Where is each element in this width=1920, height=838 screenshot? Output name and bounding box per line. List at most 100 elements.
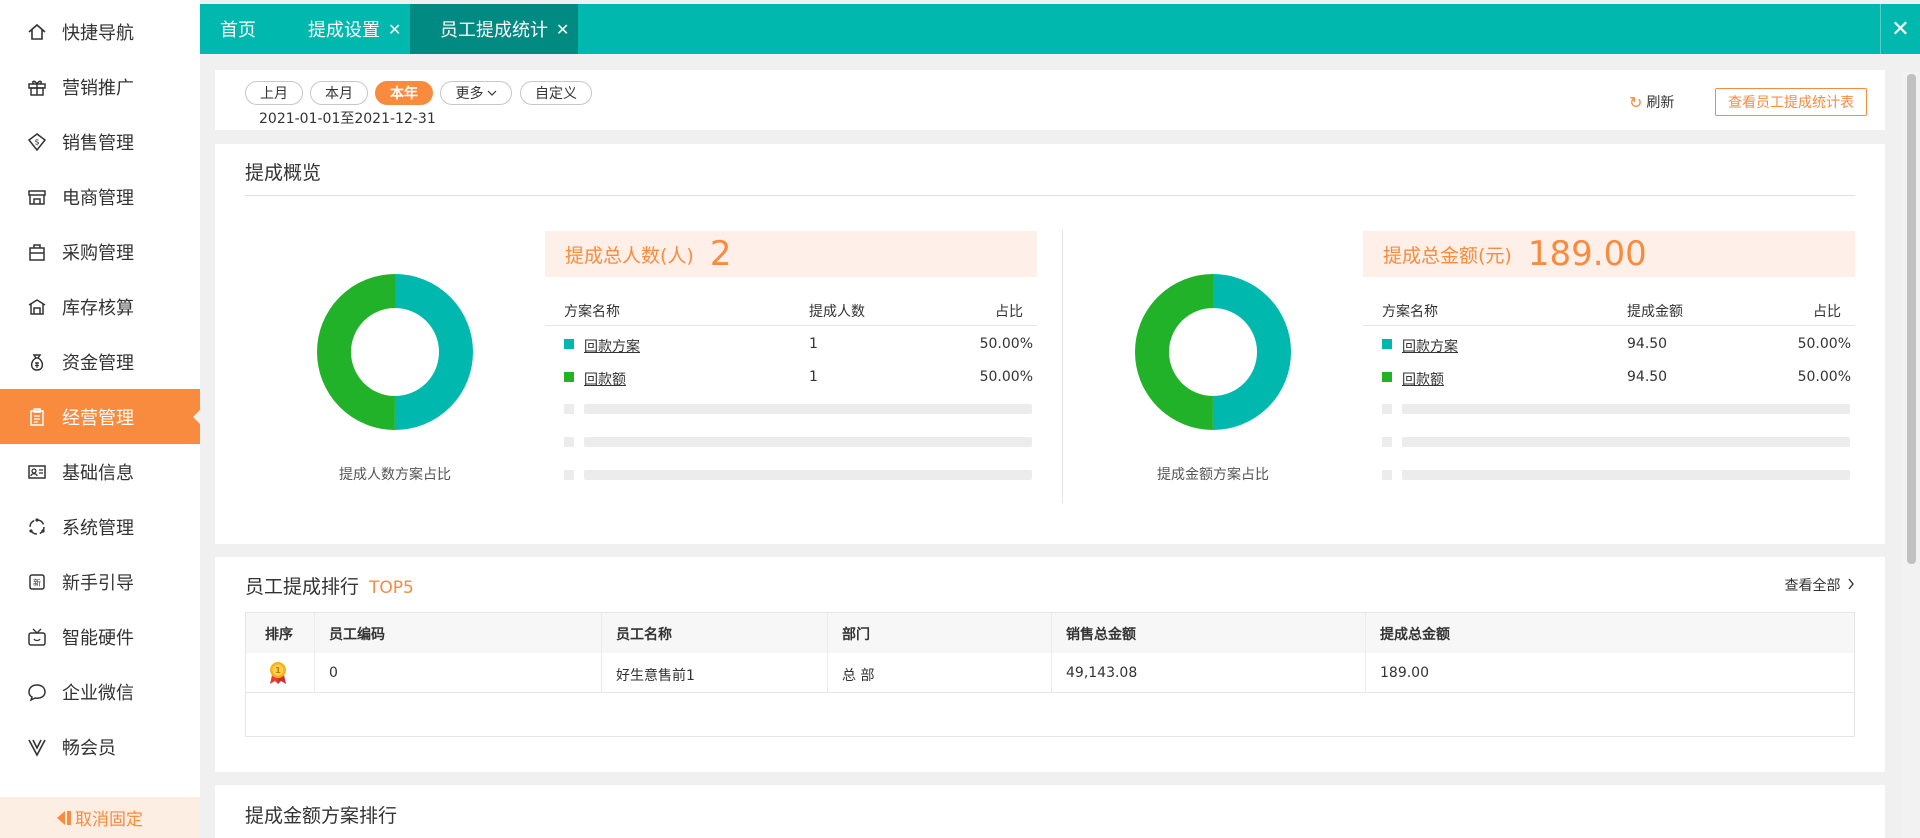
svg-text:$: $ bbox=[34, 137, 39, 146]
chip-more[interactable]: 更多 bbox=[440, 81, 512, 105]
headcount-donut-chart bbox=[317, 274, 473, 430]
cell-commission-total: 189.00 bbox=[1380, 665, 1429, 681]
pin-bar-icon bbox=[67, 810, 71, 825]
vip-icon bbox=[26, 736, 48, 758]
cell-sales-total: 49,143.08 bbox=[1066, 665, 1138, 681]
cell: 50.00% bbox=[979, 369, 1033, 385]
donut-caption: 提成人数方案占比 bbox=[339, 467, 451, 483]
tab-label: 员工提成统计 bbox=[440, 20, 548, 41]
cell: 94.50 bbox=[1627, 369, 1668, 385]
column-header: 占比 bbox=[1813, 304, 1841, 320]
sidebar-item-system[interactable]: 系统管理 bbox=[0, 499, 200, 554]
ranking-title-text: 员工提成排行 bbox=[245, 576, 360, 598]
tab-commission-settings[interactable]: 提成设置 ✕ bbox=[288, 4, 408, 54]
svg-text:1: 1 bbox=[275, 666, 281, 675]
tab-employee-commission-stats[interactable]: 员工提成统计 ✕ bbox=[410, 4, 578, 54]
sidebar-item-hardware[interactable]: 智能硬件 bbox=[0, 609, 200, 664]
plan-name-link[interactable]: 回款额 bbox=[584, 369, 626, 389]
ranking-title: 员工提成排行 TOP5 bbox=[245, 572, 414, 599]
view-stats-table-button[interactable]: 查看员工提成统计表 bbox=[1715, 88, 1867, 116]
sidebar-item-label: 新手引导 bbox=[62, 572, 134, 594]
chip-this-year[interactable]: 本年 bbox=[375, 81, 433, 105]
sales-icon: $ bbox=[26, 131, 48, 153]
tab-bar: 首页 提成设置 ✕ 员工提成统计 ✕ ✕ bbox=[200, 4, 1920, 54]
clipboard-icon bbox=[26, 406, 48, 428]
system-icon bbox=[26, 516, 48, 538]
date-filter-bar: 上月 本月 本年 更多 自定义 2021-01-01至2021-12-31 ↻ … bbox=[215, 70, 1885, 130]
refresh-icon: ↻ bbox=[1629, 92, 1643, 112]
sidebar-item-marketing[interactable]: 营销推广 bbox=[0, 59, 200, 114]
column-header: 提成人数 bbox=[809, 304, 865, 320]
total-headcount-banner: 提成总人数(人) 2 bbox=[545, 231, 1037, 277]
top5-badge: TOP5 bbox=[369, 578, 414, 598]
page-scrollbar[interactable] bbox=[1903, 72, 1920, 838]
column-header: 部门 bbox=[842, 627, 870, 643]
chip-this-month[interactable]: 本月 bbox=[310, 81, 368, 105]
column-separator bbox=[827, 613, 828, 693]
close-icon[interactable]: ✕ bbox=[556, 20, 569, 39]
view-all-link[interactable]: 查看全部 bbox=[1785, 575, 1855, 595]
divider bbox=[1062, 230, 1063, 503]
plan-name-link[interactable]: 回款方案 bbox=[1402, 336, 1458, 356]
sidebar-item-label: 智能硬件 bbox=[62, 627, 134, 649]
close-icon: ✕ bbox=[1891, 16, 1910, 42]
cell: 94.50 bbox=[1627, 336, 1668, 352]
plan-name-link[interactable]: 回款方案 bbox=[584, 336, 640, 356]
column-separator bbox=[1051, 613, 1052, 693]
new-icon: 新 bbox=[26, 571, 48, 593]
sidebar-item-guide[interactable]: 新 新手引导 bbox=[0, 554, 200, 609]
sidebar-item-operations[interactable]: 经营管理 bbox=[0, 389, 200, 444]
close-icon[interactable]: ✕ bbox=[388, 20, 401, 39]
tv-icon bbox=[26, 626, 48, 648]
sidebar-item-basic-info[interactable]: 基础信息 bbox=[0, 444, 200, 499]
sidebar-item-wecom[interactable]: 企业微信 bbox=[0, 664, 200, 719]
table-row: 1 0 好生意售前1 总 部 49,143.08 189.00 bbox=[246, 653, 1854, 693]
column-header: 提成金额 bbox=[1627, 304, 1683, 320]
sidebar-item-ecommerce[interactable]: 电商管理 bbox=[0, 169, 200, 224]
table-row: 回款方案 94.50 50.00% bbox=[1363, 326, 1855, 359]
close-all-tabs-button[interactable]: ✕ bbox=[1880, 4, 1920, 54]
sidebar-item-funds[interactable]: 资金管理 bbox=[0, 334, 200, 389]
column-header: 提成总金额 bbox=[1380, 627, 1450, 643]
tab-label: 提成设置 bbox=[308, 20, 380, 41]
column-separator bbox=[314, 613, 315, 693]
sidebar-item-label: 库存核算 bbox=[62, 297, 134, 319]
table-header: 方案名称 提成人数 占比 bbox=[545, 294, 1037, 326]
plan-name-link[interactable]: 回款额 bbox=[1402, 369, 1444, 389]
chip-custom[interactable]: 自定义 bbox=[520, 81, 592, 105]
overview-title: 提成概览 bbox=[245, 162, 322, 184]
sidebar-item-inventory[interactable]: 库存核算 bbox=[0, 279, 200, 334]
placeholder-row bbox=[545, 458, 1037, 491]
gold-medal-icon: 1 bbox=[270, 662, 286, 684]
commission-overview-card: 提成概览 提成人数方案占比 提成总人数(人) 2 方案名称 提成人数 占比 回款… bbox=[215, 144, 1885, 544]
sidebar-item-label: 销售管理 bbox=[62, 132, 134, 154]
scrollbar-thumb[interactable] bbox=[1907, 74, 1916, 564]
cell: 1 bbox=[809, 369, 818, 385]
unpin-button[interactable]: 取消固定 bbox=[0, 797, 200, 838]
money-bag-icon bbox=[26, 351, 48, 373]
sidebar-item-sales[interactable]: $ 销售管理 bbox=[0, 114, 200, 169]
table-header: 方案名称 提成金额 占比 bbox=[1363, 294, 1855, 326]
chevron-right-icon bbox=[1848, 578, 1854, 590]
sidebar-item-label: 电商管理 bbox=[62, 187, 134, 209]
tab-home[interactable]: 首页 bbox=[200, 4, 286, 54]
divider bbox=[245, 195, 1855, 196]
sidebar-item-quick-nav[interactable]: 快捷导航 bbox=[0, 4, 200, 59]
sidebar-item-vip[interactable]: 畅会员 bbox=[0, 719, 200, 774]
column-separator bbox=[1365, 613, 1366, 693]
bottom-card-title: 提成金额方案排行 bbox=[245, 805, 398, 827]
refresh-button[interactable]: ↻ 刷新 bbox=[1629, 92, 1674, 112]
cell-department: 总 部 bbox=[842, 668, 875, 684]
commission-amount-ranking-card: 提成金额方案排行 bbox=[215, 785, 1885, 838]
ranking-table: 排序 员工编码 员工名称 部门 销售总金额 提成总金额 1 0 好生意售前1 总… bbox=[245, 612, 1855, 737]
cell: 50.00% bbox=[979, 336, 1033, 352]
sidebar: 快捷导航 营销推广 $ 销售管理 电商管理 采购管理 库存核算 资金管理 经营管… bbox=[0, 0, 200, 838]
amount-table: 方案名称 提成金额 占比 回款方案 94.50 50.00% 回款额 94.50… bbox=[1363, 294, 1855, 491]
sidebar-item-purchase[interactable]: 采购管理 bbox=[0, 224, 200, 279]
placeholder-row bbox=[1363, 425, 1855, 458]
placeholder-row bbox=[545, 392, 1037, 425]
chip-last-month[interactable]: 上月 bbox=[245, 81, 303, 105]
id-card-icon bbox=[26, 461, 48, 483]
date-range-text: 2021-01-01至2021-12-31 bbox=[259, 111, 436, 127]
store-icon bbox=[26, 186, 48, 208]
